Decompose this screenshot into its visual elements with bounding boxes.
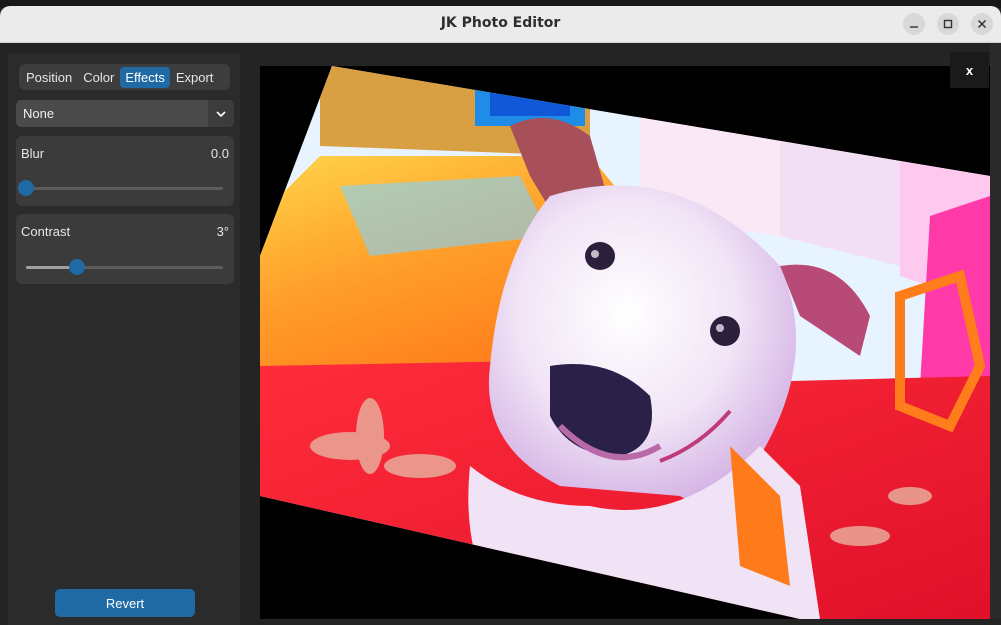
chevron-down-icon — [216, 110, 226, 117]
tab-export[interactable]: Export — [171, 67, 219, 88]
contrast-card: Contrast 3° — [16, 214, 234, 284]
window-bottom-edge — [240, 619, 1001, 625]
dropdown-arrow-button[interactable] — [208, 100, 234, 127]
minimize-button[interactable] — [903, 13, 925, 35]
window-edge — [990, 43, 1001, 625]
contrast-slider[interactable] — [26, 259, 223, 275]
revert-button[interactable]: Revert — [55, 589, 195, 617]
contrast-slider-knob[interactable] — [69, 259, 86, 275]
tab-position[interactable]: Position — [21, 67, 77, 88]
blur-slider[interactable] — [18, 180, 223, 196]
title-bar[interactable]: JK Photo Editor — [0, 6, 1001, 43]
close-image-button[interactable]: x — [950, 52, 989, 88]
contrast-value: 3° — [216, 224, 229, 239]
tab-effects[interactable]: Effects — [120, 66, 170, 88]
filter-dropdown-value: None — [23, 106, 55, 121]
photo-preview — [260, 66, 990, 619]
tab-color[interactable]: Color — [78, 67, 119, 88]
app-window: JK Photo Editor Position Color Effects E… — [0, 0, 1001, 625]
blur-slider-knob[interactable] — [18, 180, 34, 196]
close-window-button[interactable] — [971, 13, 993, 35]
close-icon — [977, 19, 987, 29]
blur-card: Blur 0.0 — [16, 136, 234, 206]
maximize-button[interactable] — [937, 13, 959, 35]
contrast-label: Contrast — [21, 224, 71, 239]
blur-label: Blur — [21, 146, 45, 161]
tab-bar: Position Color Effects Export — [19, 64, 230, 90]
filter-dropdown[interactable]: None — [16, 100, 234, 127]
blur-value: 0.0 — [210, 146, 229, 161]
controls-sidebar: Position Color Effects Export None Blur … — [8, 54, 240, 625]
minimize-icon — [910, 26, 918, 28]
window-title: JK Photo Editor — [440, 15, 561, 31]
maximize-icon — [943, 19, 953, 29]
image-canvas[interactable] — [260, 66, 990, 619]
